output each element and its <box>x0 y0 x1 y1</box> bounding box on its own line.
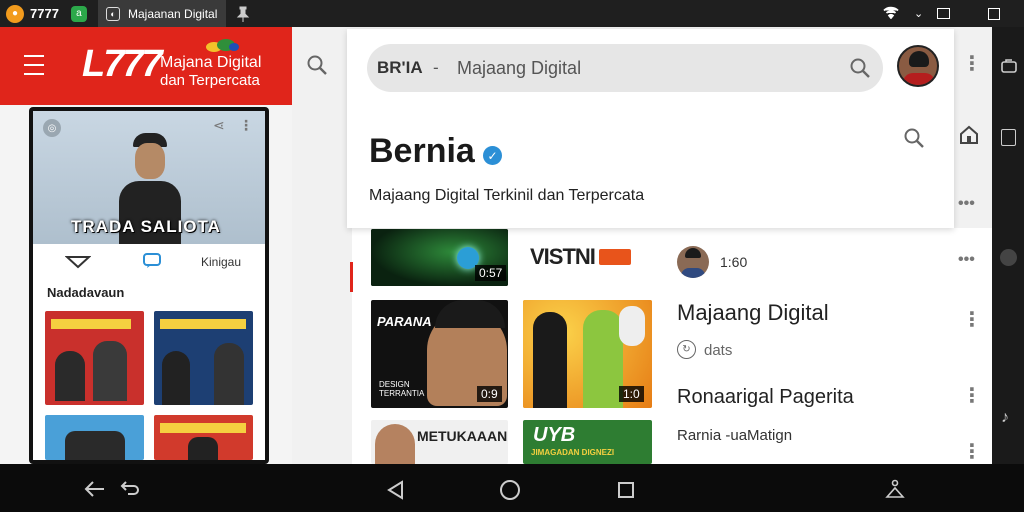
nav-recents-icon[interactable] <box>618 482 634 498</box>
search-input[interactable]: BR'IA - Majaang Digital <box>367 44 883 92</box>
search-card: BR'IA - Majaang Digital Bernia ✓ Majaang… <box>347 29 954 228</box>
main-search-icon[interactable] <box>306 54 328 81</box>
row1-brand-logo-icon <box>598 249 631 265</box>
row1-thumb[interactable]: 0:57 <box>371 229 508 286</box>
screen-icon[interactable] <box>1001 129 1016 146</box>
verified-icon: ✓ <box>483 146 502 165</box>
row3-thumb-b[interactable]: UYB JIMAGADAN DIGNEZI <box>523 420 652 464</box>
header-more-icon[interactable]: ⋮ <box>962 54 982 74</box>
row2-meta: dats <box>704 342 733 359</box>
accessibility-icon[interactable] <box>884 478 906 505</box>
phone-thumb-1[interactable] <box>45 311 144 405</box>
row2-duration-b: 1:0 <box>619 386 644 402</box>
row3-thumb-a[interactable]: METUKAAAN <box>371 420 508 464</box>
search-icon[interactable] <box>849 57 871 84</box>
phone-thumb-4[interactable] <box>154 415 253 460</box>
row3-thumb1-text: METUKAAAN <box>417 428 508 444</box>
tab-title: Majaanan Digital <box>128 6 218 21</box>
tab-favicon-icon: ◐ <box>106 6 120 21</box>
row2-caption-bottom: DESIGN TERRANTIA <box>379 380 425 398</box>
back-arrow-icon[interactable] <box>84 480 106 503</box>
channel-subtitle: Majaang Digital Terkinil dan Terpercata <box>369 187 645 204</box>
app-logo-icon: ● <box>6 4 24 23</box>
row3-thumb2-text: UYB <box>533 424 576 446</box>
brand-emblem-icon <box>204 37 240 53</box>
channel-name: Bernia <box>369 132 475 170</box>
phone-thumb-2[interactable] <box>154 311 253 405</box>
row2-duration: 0:9 <box>477 386 502 402</box>
brand-header: L777 Majana Digital dan Terpercata <box>0 27 292 105</box>
maximize-icon[interactable] <box>988 7 1001 20</box>
volume-icon[interactable] <box>1000 249 1017 266</box>
right-rail: ♪ <box>992 27 1024 464</box>
row1-more-icon[interactable]: ••• <box>958 250 975 270</box>
row2-title[interactable]: Majaang Digital <box>677 300 829 326</box>
window-top-bar: ● 7777 a ◐ Majaanan Digital ⌄ ✕ <box>0 0 1024 27</box>
pin-icon[interactable] <box>236 0 250 27</box>
side-more-icon-1[interactable]: ••• <box>958 194 975 214</box>
bottom-nav <box>0 464 1024 512</box>
hamburger-menu-icon[interactable] <box>22 55 46 75</box>
phone-hero-image: ◎ ⋖ ⋮ TRADA SALIOTA <box>33 111 265 244</box>
row3-more-icon[interactable]: ⋮ <box>962 386 982 406</box>
home-icon[interactable] <box>958 124 980 151</box>
phone-preview: ◎ ⋖ ⋮ TRADA SALIOTA Kinigau Nadadavaun <box>29 107 269 464</box>
red-accent <box>350 262 353 292</box>
card-search-icon[interactable] <box>903 127 925 154</box>
row2-thumb-b[interactable]: 1:0 <box>523 300 652 408</box>
rotate-icon[interactable] <box>1000 57 1018 80</box>
clock-icon: ↻ <box>677 340 696 359</box>
return-icon[interactable] <box>120 480 140 503</box>
more-icon[interactable]: ⋮ <box>239 115 253 135</box>
phone-section-title: Nadadavaun <box>47 285 125 300</box>
search-query-prefix: BR'IA <box>377 58 423 77</box>
restore-icon[interactable] <box>937 8 951 19</box>
app-count: 7777 <box>30 6 59 21</box>
row1-brand-text: VISTNI <box>530 244 596 269</box>
search-separator: - <box>433 58 439 77</box>
brand-tagline-1: Majana Digital <box>160 54 262 71</box>
row1-meta: 1:60 <box>720 254 748 270</box>
nav-back-icon[interactable] <box>386 480 406 505</box>
app-tab[interactable]: ● 7777 a <box>6 0 87 27</box>
row2-more-icon[interactable]: ⋮ <box>962 310 982 330</box>
row3-title[interactable]: Ronaarigal Pagerita <box>677 386 854 409</box>
wifi-icon <box>882 5 900 22</box>
music-icon[interactable]: ♪ <box>1001 409 1009 427</box>
brand-logo[interactable]: L777 <box>82 43 163 86</box>
row1-duration: 0:57 <box>475 265 507 281</box>
phone-thumb-3[interactable] <box>45 415 144 460</box>
share-icon[interactable]: ⋖ <box>213 117 225 134</box>
phone-tab-row: Kinigau <box>33 249 265 277</box>
row4-more-icon[interactable]: ⋮ <box>962 442 982 462</box>
row2-caption-top: PARANA <box>377 314 432 329</box>
row1-brand: VISTNI <box>530 244 631 270</box>
phone-tab-label[interactable]: Kinigau <box>201 255 241 269</box>
window-controls: ⌄ ✕ <box>882 0 1024 27</box>
row1-avatar[interactable] <box>677 246 709 278</box>
chevron-icon[interactable] <box>64 255 92 274</box>
phone-close-icon[interactable]: ◎ <box>43 119 61 137</box>
row3-subtitle: Rarnia -uaMatign <box>677 427 793 444</box>
search-query-text: Majaang Digital <box>457 58 582 78</box>
phone-hero-text: TRADA SALIOTA <box>71 217 221 236</box>
chevron-down-icon[interactable]: ⌄ <box>914 7 923 20</box>
browser-tab[interactable]: ◐ Majaanan Digital <box>98 0 226 27</box>
nav-home-icon[interactable] <box>500 480 520 500</box>
chat-icon[interactable] <box>143 253 161 274</box>
whatsapp-icon: a <box>70 5 87 22</box>
row2-thumb-a[interactable]: PARANA DESIGN TERRANTIA 0:9 <box>371 300 508 408</box>
row3-thumb2-sub: JIMAGADAN DIGNEZI <box>531 448 615 457</box>
brand-tagline-2: dan Terpercata <box>160 72 260 89</box>
avatar[interactable] <box>897 45 939 87</box>
